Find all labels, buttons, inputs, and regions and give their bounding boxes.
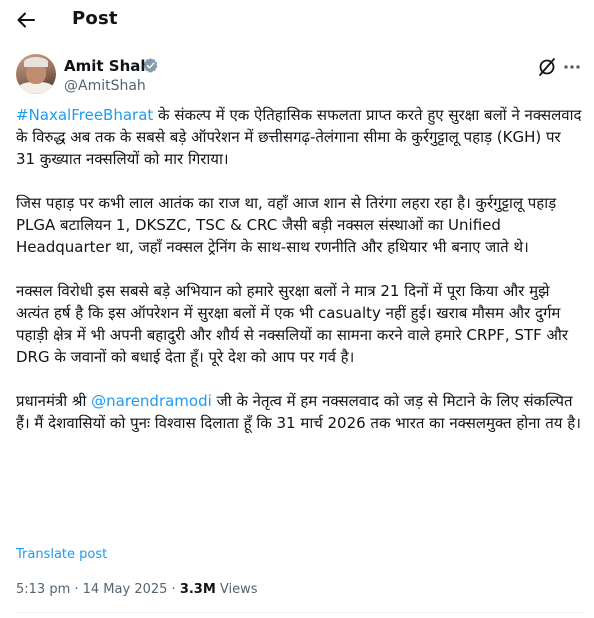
hashtag-link[interactable]: #NaxalFreeBharat bbox=[16, 106, 153, 124]
post-paragraph-4-before: प्रधानमंत्री श्री bbox=[16, 392, 92, 410]
post-meta: 5:13 pm · 14 May 2025 · 3.3M Views bbox=[16, 582, 258, 597]
post-header: Post bbox=[0, 0, 594, 40]
post-text: #NaxalFreeBharat के संकल्प में एक ऐतिहास… bbox=[16, 104, 582, 456]
post-paragraph-4: प्रधानमंत्री श्री @narendramodi जी के ने… bbox=[16, 390, 582, 434]
author-row: Amit Shah @AmitShah bbox=[16, 54, 582, 100]
post-paragraph-1: #NaxalFreeBharat के संकल्प में एक ऐतिहास… bbox=[16, 104, 582, 170]
back-button[interactable] bbox=[10, 4, 42, 36]
post-paragraph-3: नक्सल विरोधी इस सबसे बड़े अभियान को हमार… bbox=[16, 282, 569, 366]
views-label: Views bbox=[215, 582, 258, 597]
grok-icon[interactable] bbox=[536, 56, 558, 78]
post-timestamp[interactable]: 5:13 pm · 14 May 2025 · bbox=[16, 582, 180, 597]
translate-post-link[interactable]: Translate post bbox=[16, 547, 107, 562]
verified-badge-icon[interactable] bbox=[142, 57, 159, 74]
author-name[interactable]: Amit Shah bbox=[64, 57, 151, 75]
avatar[interactable] bbox=[16, 54, 56, 94]
page-title: Post bbox=[72, 8, 118, 29]
mention-link[interactable]: @narendramodi bbox=[91, 392, 212, 410]
views-count: 3.3M bbox=[179, 582, 216, 597]
author-handle[interactable]: @AmitShah bbox=[64, 78, 146, 94]
divider bbox=[16, 612, 582, 613]
post-paragraph-2: जिस पहाड़ पर कभी लाल आतंक का राज था, वहा… bbox=[16, 194, 557, 256]
more-horizontal-icon[interactable] bbox=[562, 58, 582, 76]
arrow-left-icon bbox=[17, 12, 35, 28]
